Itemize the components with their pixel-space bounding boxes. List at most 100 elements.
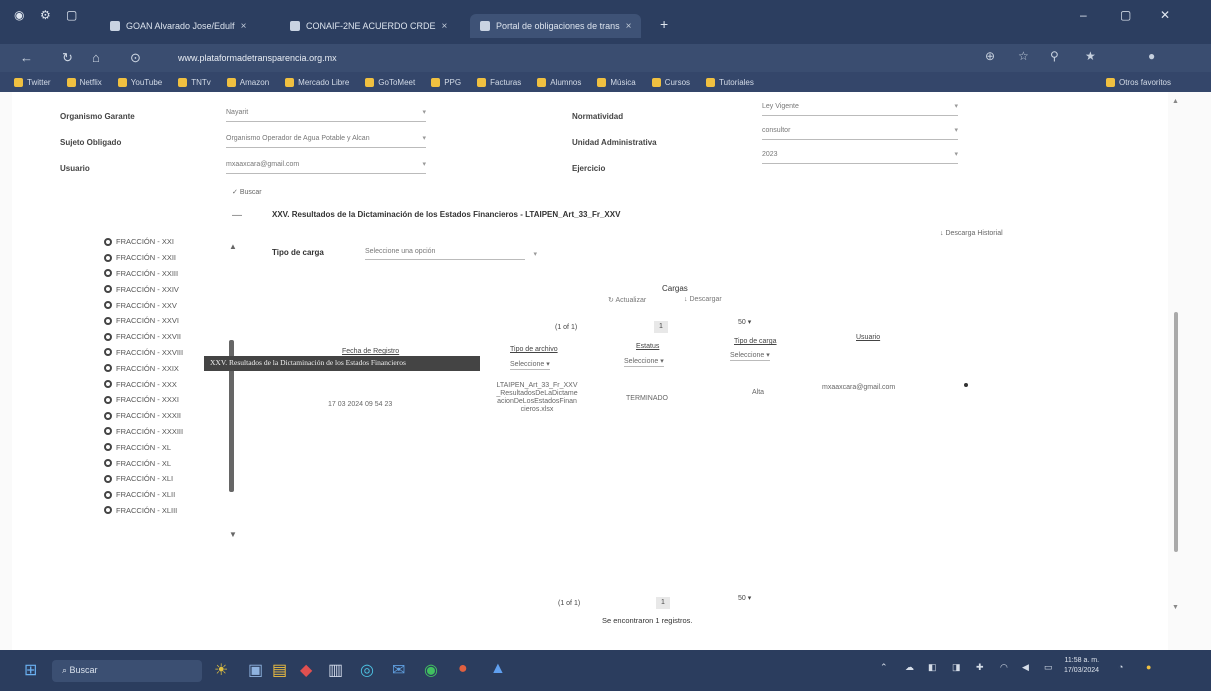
tab-close-icon[interactable]: × xyxy=(442,21,448,32)
page-button[interactable]: 1 xyxy=(654,321,668,333)
bookmark-item[interactable]: PPG xyxy=(431,77,461,87)
fraccion-item[interactable]: FRACCIÓN - XXVI xyxy=(104,313,224,329)
battery-icon[interactable]: ▭ xyxy=(1044,662,1053,673)
bookmark-item[interactable]: Twitter xyxy=(14,77,51,87)
tray-icon[interactable]: ◧ xyxy=(928,662,937,673)
tab-actions-icon[interactable]: ▢ xyxy=(66,8,77,22)
row-archivo[interactable]: LTAIPEN_Art_33_Fr_XXV _ResultadosDeLaDic… xyxy=(482,382,592,414)
fraccion-item[interactable]: FRACCIÓN - XXVII xyxy=(104,329,224,345)
tipo-carga-filter[interactable]: Seleccione ▾ xyxy=(730,351,770,361)
fraccion-item[interactable]: FRACCIÓN - XXI xyxy=(104,234,224,250)
bookmark-item[interactable]: Cursos xyxy=(651,77,690,87)
estatus-filter[interactable]: Seleccione ▾ xyxy=(624,357,664,367)
organismo-select[interactable]: Nayarit ▾ xyxy=(226,106,426,122)
rows-per-page-select[interactable]: 50 ▾ xyxy=(738,318,751,326)
fraccion-item[interactable]: FRACCIÓN - XLII xyxy=(104,487,224,503)
rows-per-page-select-bottom[interactable]: 50 ▾ xyxy=(738,594,751,602)
chrome-icon[interactable]: ● xyxy=(458,660,468,678)
home-icon[interactable]: ⌂ xyxy=(92,50,100,65)
fraccion-item[interactable]: FRACCIÓN - XXXIII xyxy=(104,424,224,440)
descarga-historial-button[interactable]: ↓ Descarga Historial xyxy=(940,230,1003,237)
fraccion-item[interactable]: FRACCIÓN - XXIII xyxy=(104,266,224,282)
copilot-icon[interactable]: ● xyxy=(1146,662,1151,672)
page-scrollbar[interactable] xyxy=(1174,312,1178,552)
browser-tab-3[interactable]: Portal de obligaciones de trans × xyxy=(470,14,642,38)
edge-icon[interactable]: ◎ xyxy=(360,660,374,680)
descargar-button[interactable]: ↓ Descargar xyxy=(684,296,722,303)
extensions-icon[interactable]: ⚙ xyxy=(40,8,51,22)
whatsapp-icon[interactable]: ◉ xyxy=(424,660,438,680)
bookmark-item[interactable]: GoToMeet xyxy=(365,77,415,87)
row-menu-icon[interactable] xyxy=(964,383,968,387)
browser-tab-2[interactable]: CONAIF-2NE ACUERDO CRDE × xyxy=(280,14,457,38)
list-scroll-up-icon[interactable]: ▲ xyxy=(229,242,237,251)
usuario-header[interactable]: Usuario xyxy=(856,334,880,341)
bookmark-item[interactable]: Alumnos xyxy=(537,77,581,87)
actualizar-button[interactable]: ↻ Actualizar xyxy=(608,296,646,304)
site-info-icon[interactable]: ⊙ xyxy=(130,50,141,66)
fecha-header[interactable]: Fecha de Registro xyxy=(342,348,399,355)
reload-icon[interactable]: ↻ xyxy=(62,50,73,66)
usuario-select[interactable]: mxaaxcara@gmail.com ▾ xyxy=(226,158,426,174)
tray-icon[interactable]: ✚ xyxy=(976,662,984,673)
new-tab-button[interactable]: + xyxy=(660,16,668,32)
volume-icon[interactable]: ◀ xyxy=(1022,662,1029,673)
estatus-header[interactable]: Estatus xyxy=(636,343,659,350)
tipo-archivo-header[interactable]: Tipo de archivo xyxy=(510,346,558,353)
extension-icon[interactable]: ⚲ xyxy=(1050,49,1059,63)
maximize-icon[interactable]: ▢ xyxy=(1120,8,1131,22)
bookmark-item[interactable]: Amazon xyxy=(226,77,269,87)
fraccion-item[interactable]: FRACCIÓN - XXXI xyxy=(104,392,224,408)
fraccion-item[interactable]: FRACCIÓN - XLIII xyxy=(104,503,224,519)
start-icon[interactable]: ⊞ xyxy=(24,660,37,680)
page-scroll-down-icon[interactable]: ▼ xyxy=(1172,604,1179,611)
weather-icon[interactable]: ☀ xyxy=(214,660,228,680)
buscar-button[interactable]: ✓ Buscar xyxy=(232,188,262,196)
list-scroll-down-icon[interactable]: ▼ xyxy=(229,530,237,539)
favorites-icon[interactable]: ★ xyxy=(1085,49,1096,63)
profile-avatar-icon[interactable]: ● xyxy=(1148,49,1155,63)
fraccion-item[interactable]: FRACCIÓN - XLI xyxy=(104,471,224,487)
mail-icon[interactable]: ✉ xyxy=(392,660,405,680)
fraccion-item[interactable]: FRACCIÓN - XXIV xyxy=(104,281,224,297)
fraccion-item[interactable]: FRACCIÓN - XL xyxy=(104,455,224,471)
bookmark-star-icon[interactable]: ☆ xyxy=(1018,49,1029,63)
bookmark-item[interactable]: Netflix xyxy=(66,77,102,87)
taskbar-search[interactable]: ⌕ Buscar xyxy=(52,660,202,682)
back-icon[interactable]: ← xyxy=(20,50,33,65)
close-icon[interactable]: ✕ xyxy=(1160,8,1170,22)
fraccion-item[interactable]: FRACCIÓN - XL xyxy=(104,439,224,455)
wifi-icon[interactable]: ◠ xyxy=(1000,662,1008,673)
browser-tab-1[interactable]: GOAN Alvarado Jose/Edulf × xyxy=(100,14,256,38)
bookmark-item[interactable]: YouTube xyxy=(117,77,162,87)
chevron-up-icon[interactable]: ⌃ xyxy=(880,662,888,673)
bookmark-item[interactable]: Música xyxy=(597,77,636,87)
profile-icon[interactable]: ◉ xyxy=(14,8,24,22)
page-scroll-up-icon[interactable]: ▲ xyxy=(1172,98,1179,105)
app-icon[interactable]: ◆ xyxy=(300,660,312,680)
bookmark-item[interactable]: Tutoriales xyxy=(706,77,754,87)
tab-close-icon[interactable]: × xyxy=(626,21,632,32)
tipo-carga-header[interactable]: Tipo de carga xyxy=(734,338,777,345)
minimize-icon[interactable]: – xyxy=(1080,8,1087,22)
unidad-select[interactable]: consultor ▾ xyxy=(762,124,958,140)
tray-icon[interactable]: ◨ xyxy=(952,662,961,673)
ejercicio-select[interactable]: 2023 ▾ xyxy=(762,148,958,164)
other-bookmarks[interactable]: Otros favoritos xyxy=(1105,77,1171,87)
fraccion-item[interactable]: FRACCIÓN - XXX xyxy=(104,376,224,392)
notification-icon[interactable]: ◔ xyxy=(1118,662,1123,672)
tipo-archivo-filter[interactable]: Seleccione ▾ xyxy=(510,360,550,370)
normatividad-select[interactable]: Ley Vigente ▾ xyxy=(762,100,958,116)
bookmark-item[interactable]: Mercado Libre xyxy=(285,77,349,87)
app-icon-2[interactable]: ▲ xyxy=(490,660,506,678)
task-view-icon[interactable]: ▣ xyxy=(248,660,263,680)
fraccion-item[interactable]: FRACCIÓN - XXII xyxy=(104,250,224,266)
fraccion-item[interactable]: FRACCIÓN - XXXII xyxy=(104,408,224,424)
sujeto-select[interactable]: Organismo Operador de Agua Potable y Alc… xyxy=(226,132,426,148)
bookmark-item[interactable]: TNTv xyxy=(178,77,211,87)
file-explorer-icon[interactable]: ▤ xyxy=(272,660,287,680)
fraccion-item[interactable]: FRACCIÓN - XXV xyxy=(104,297,224,313)
collapse-section-button[interactable]: — xyxy=(232,210,242,221)
taskbar-clock[interactable]: 11:58 a. m. 17/03/2024 xyxy=(1064,656,1099,676)
tab-close-icon[interactable]: × xyxy=(241,21,247,32)
